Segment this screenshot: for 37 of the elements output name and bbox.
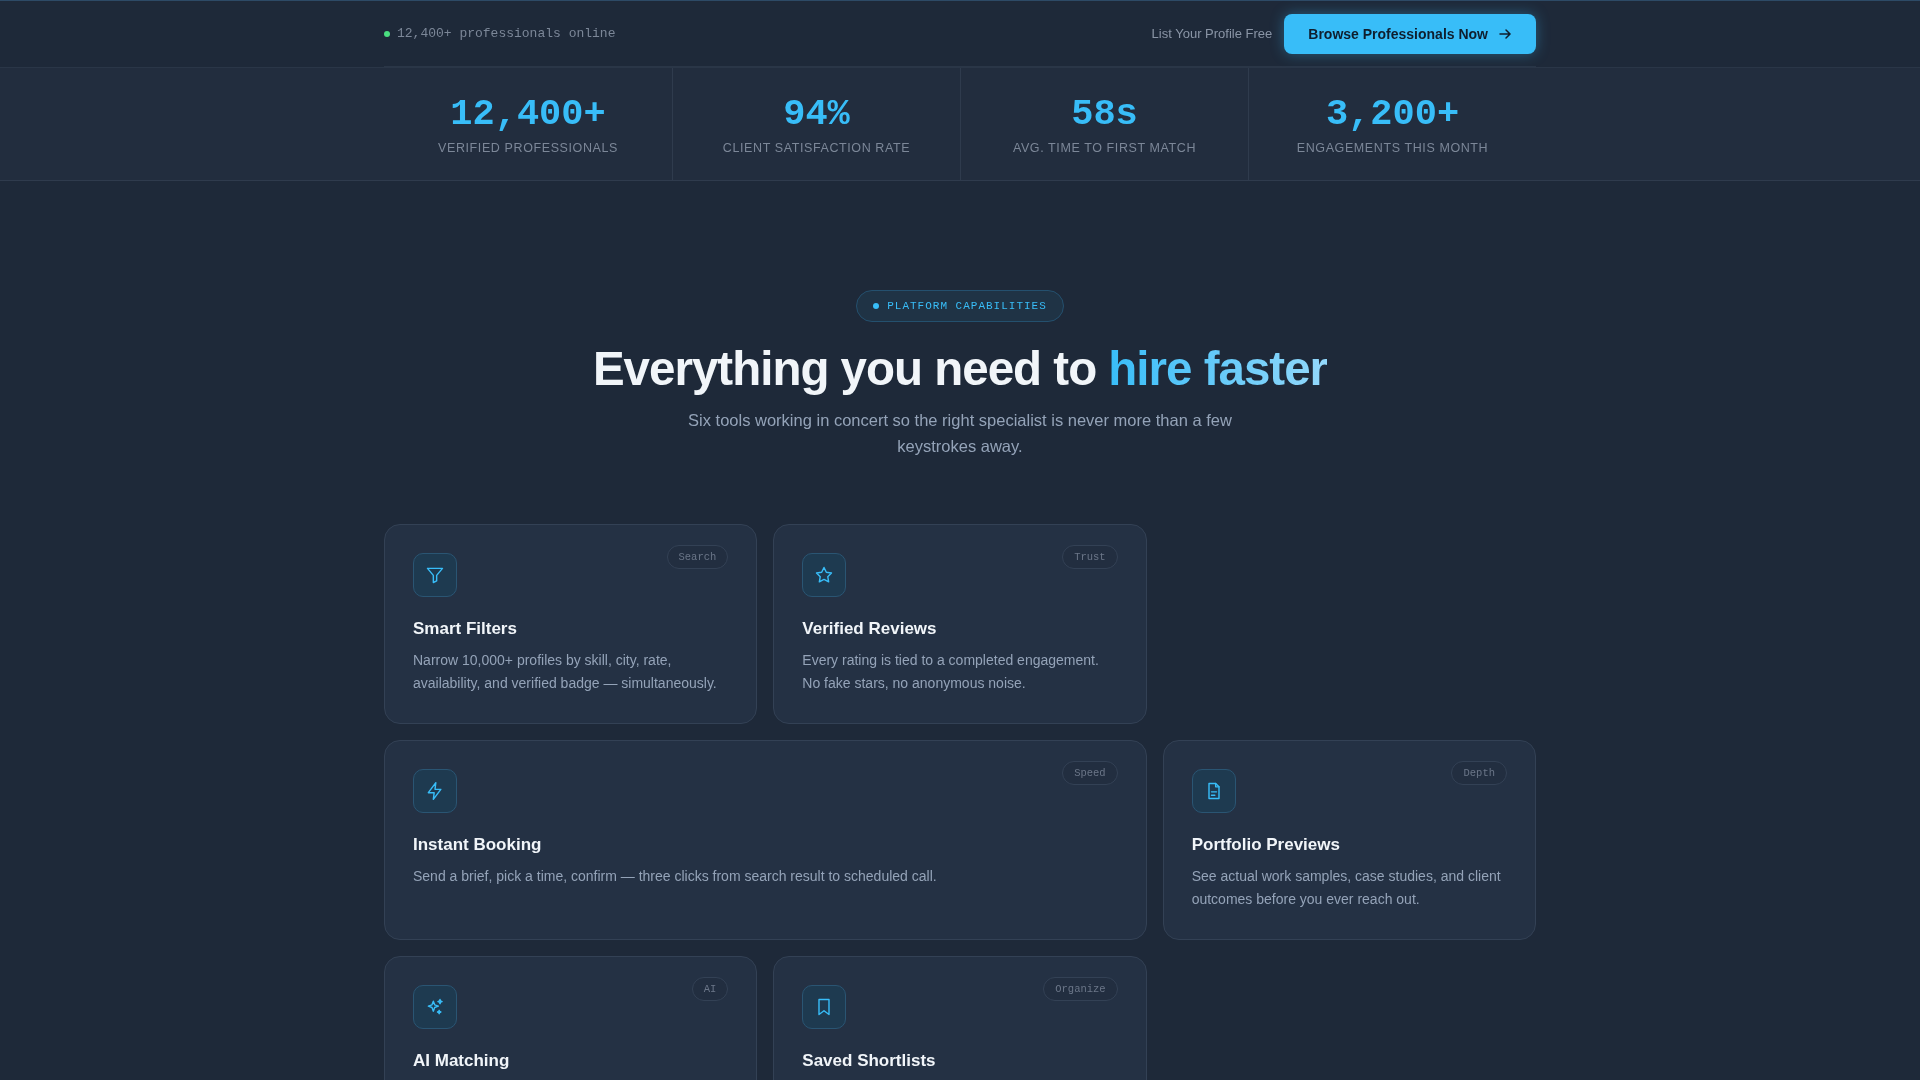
feature-title: AI Matching (413, 1051, 511, 1071)
bookmark-icon (802, 985, 847, 1029)
feature-description: Narrow 10,000+ profiles by skill, city, rate, availability, and verified badge — simultaneously. (413, 651, 718, 693)
feature-tag: Trust (1062, 545, 1118, 569)
feature-tag: Speed (1062, 761, 1118, 785)
document-icon (1191, 769, 1236, 813)
funnel-icon (413, 553, 457, 597)
sparkles-icon (413, 985, 457, 1029)
list-profile-link[interactable]: List Your Profile Free (1151, 26, 1273, 41)
stat-value: 58s (1071, 93, 1138, 135)
stat-label: ENGAGEMENTS THIS MONTH (1296, 141, 1489, 155)
feature-title: Portfolio Previews (1191, 835, 1341, 855)
stat-value: 94% (783, 93, 850, 135)
section-heading: Everything you need to hire faster (592, 341, 1328, 397)
feature-tag: Depth (1451, 761, 1507, 785)
stat-value: 3,200+ (1325, 93, 1460, 135)
feature-tag: AI (691, 977, 729, 1001)
browse-professionals-button[interactable]: Browse Professionals Now (1284, 13, 1536, 54)
feature-title: Instant Booking (413, 835, 543, 855)
online-status-dot (384, 30, 390, 37)
online-status-text: 12,400+ professionals online (397, 26, 616, 41)
feature-description: Every rating is tied to a completed engagement. No fake stars, no anonymous noise. (802, 651, 1100, 693)
feature-tag: Search (666, 545, 729, 569)
feature-description: See actual work samples, case studies, and client outcomes before you ever reach out. (1191, 867, 1502, 909)
feature-title: Verified Reviews (802, 619, 938, 639)
stat-label: CLIENT SATISFACTION RATE (722, 141, 911, 155)
section-eyebrow-pill: PLATFORM CAPABILITIES (856, 290, 1064, 322)
feature-title: Smart Filters (413, 619, 518, 639)
stat-label: VERIFIED PROFESSIONALS (438, 141, 618, 155)
arrow-right-icon (1498, 26, 1512, 41)
lightning-icon (413, 769, 457, 813)
feature-description: Send a brief, pick a time, confirm — three clicks from search result to scheduled call. (413, 867, 938, 886)
stat-value: 12,400+ (450, 93, 606, 135)
stat-label: AVG. TIME TO FIRST MATCH (1012, 141, 1197, 155)
feature-tag: Organize (1043, 977, 1118, 1001)
feature-title: Saved Shortlists (802, 1051, 937, 1071)
section-subtitle: Six tools working in concert so the right specialist is never more than a few keystrokes away. (687, 410, 1233, 457)
